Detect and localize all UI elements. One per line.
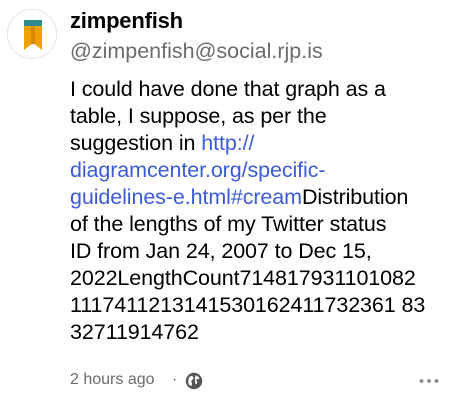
separator-dot: · <box>172 371 178 388</box>
status-link[interactable]: guidelines-e.html#cream <box>70 185 302 209</box>
status-text: 2022LengthCount714817931101082 <box>70 266 416 290</box>
display-name[interactable]: zimpenfish <box>70 7 183 35</box>
status-text: suggestion in <box>70 131 202 155</box>
globe-icon[interactable] <box>185 372 203 390</box>
status-body: I could have done that graph as a table,… <box>70 76 444 346</box>
status-link[interactable]: http:// <box>201 131 254 155</box>
status-line: I could have done that graph as a <box>70 76 444 103</box>
timestamp-link[interactable]: 2 hours ago <box>70 370 155 390</box>
status-text: ID from Jan 24, 2007 to Dec 15, <box>70 239 372 263</box>
status-text: I could have done that graph as a <box>70 77 386 101</box>
avatar[interactable] <box>7 9 57 59</box>
status-line: suggestion in http:// <box>70 130 444 157</box>
status-line: table, I suppose, as per the <box>70 103 444 130</box>
status-text: 32711914762 <box>70 320 199 344</box>
status-text: 1117411213141530162411732361 83 <box>70 293 426 317</box>
status-text: of the lengths of my Twitter status <box>70 212 387 236</box>
status-link[interactable]: diagramcenter.org/specific- <box>70 158 326 182</box>
status-line: ID from Jan 24, 2007 to Dec 15, <box>70 238 444 265</box>
status-text: Distribution <box>301 185 409 209</box>
avatar-image <box>24 20 42 50</box>
status-line: 2022LengthCount714817931101082 <box>70 265 444 292</box>
status-line: 1117411213141530162411732361 83 <box>70 292 444 319</box>
more-options-icon[interactable] <box>418 372 440 390</box>
account-handle[interactable]: @zimpenfish@social.rjp.is <box>70 37 323 65</box>
status-line: guidelines-e.html#creamDistribution <box>70 184 444 211</box>
status-line: diagramcenter.org/specific- <box>70 157 444 184</box>
status-line: 32711914762 <box>70 319 444 346</box>
status-line: of the lengths of my Twitter status <box>70 211 444 238</box>
status-text: table, I suppose, as per the <box>70 104 327 128</box>
